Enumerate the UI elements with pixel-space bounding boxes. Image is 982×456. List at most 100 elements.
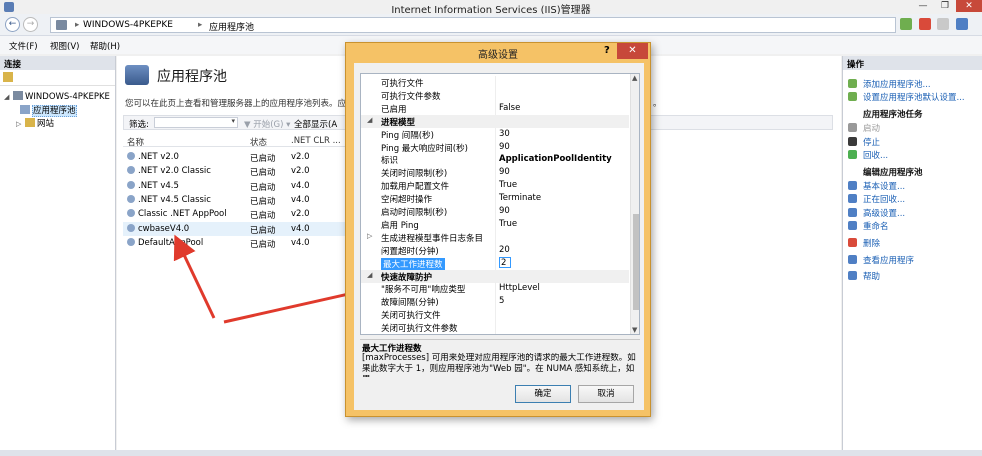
action-link[interactable]: 帮助 [863, 270, 880, 282]
property-row[interactable]: 标识 ApplicationPoolIdentity [361, 153, 629, 167]
scroll-up-icon[interactable]: ▲ [632, 74, 637, 82]
menu-file[interactable]: 文件(F) [9, 40, 38, 52]
maximize-button[interactable]: ❐ [934, 0, 956, 12]
app-pools-icon [125, 65, 149, 85]
stop-icon[interactable] [918, 18, 931, 30]
collapse-icon[interactable]: ◢ [367, 271, 372, 279]
property-category[interactable]: ◢ 进程模型 [361, 114, 629, 128]
property-row[interactable]: 关闭可执行文件 [361, 308, 629, 322]
property-value[interactable]: HttpLevel [499, 283, 540, 293]
property-value[interactable]: 90 [499, 167, 510, 177]
property-row[interactable]: Ping 间隔(秒) 30 [361, 127, 629, 141]
expand-icon[interactable]: ▷ [367, 232, 372, 240]
tree-item-sites[interactable]: ▷ 网站 [16, 117, 54, 129]
breadcrumb[interactable]: ▸ WINDOWS-4PKEPKE ▸ 应用程序池 [50, 17, 896, 33]
home-icon[interactable] [937, 18, 950, 30]
breadcrumb-separator-icon[interactable]: ▸ [198, 20, 202, 30]
action-link[interactable]: 启动 [863, 122, 880, 134]
close-window-button[interactable]: ✕ [956, 0, 982, 12]
ok-button[interactable]: 确定 [515, 385, 571, 403]
menu-view[interactable]: 视图(V) [50, 40, 79, 52]
property-row[interactable]: 启动时间限制(秒) 90 [361, 205, 629, 218]
network-icon[interactable] [900, 18, 912, 30]
chevron-down-icon[interactable]: ▾ [231, 117, 235, 125]
property-row[interactable]: 关闭时间限制(秒) 90 [361, 166, 629, 180]
cancel-button[interactable]: 取消 [578, 385, 634, 403]
connect-icon[interactable] [3, 72, 13, 82]
breadcrumb-app-pools[interactable]: 应用程序池 [209, 20, 254, 33]
connections-header: 连接 [0, 56, 115, 70]
show-all-button[interactable]: 全部显示(A [294, 118, 337, 130]
sites-folder-icon [25, 118, 35, 127]
go-button[interactable]: ▼ 开始(G) ▾ [244, 118, 290, 130]
property-value[interactable]: False [499, 103, 520, 113]
table-row[interactable]: cwbaseV4.0 已启动 v4.0 [123, 221, 359, 236]
property-row[interactable]: 加载用户配置文件 True [361, 179, 629, 193]
back-button[interactable]: ← [5, 17, 20, 32]
property-value[interactable]: True [499, 180, 517, 190]
column-divider [495, 192, 496, 206]
scroll-down-icon[interactable]: ▼ [632, 326, 637, 334]
property-value[interactable]: 30 [499, 129, 510, 139]
action-link[interactable]: 添加应用程序池... [863, 78, 931, 90]
minimize-button[interactable]: — [912, 0, 934, 12]
table-row[interactable]: .NET v4.5 Classic 已启动 v4.0 [123, 193, 359, 207]
dialog-close-button[interactable]: ✕ [617, 43, 648, 59]
action-link[interactable]: 高级设置... [863, 207, 905, 219]
property-row[interactable]: 闲置超时(分钟) 20 [361, 243, 629, 257]
property-row[interactable]: 可执行文件参数 [361, 88, 629, 102]
property-value[interactable]: ApplicationPoolIdentity [499, 154, 612, 164]
filter-input[interactable]: ▾ [154, 117, 238, 128]
help-icon[interactable] [956, 18, 969, 30]
table-row[interactable]: DefaultAppPool 已启动 v4.0 [123, 236, 359, 250]
property-row[interactable]: 关闭可执行文件参数 [361, 321, 629, 334]
table-row[interactable]: .NET v4.5 已启动 v4.0 [123, 179, 359, 193]
property-value[interactable]: Terminate [499, 193, 541, 203]
action-link[interactable]: 查看应用程序 [863, 254, 914, 266]
property-row[interactable]: ▷ 生成进程模型事件日志条目 [361, 230, 629, 244]
breadcrumb-separator-icon[interactable]: ▸ [75, 20, 79, 30]
table-row[interactable]: .NET v2.0 已启动 v2.0 [123, 150, 359, 164]
property-category[interactable]: ◢ 快速故障防护 [361, 269, 629, 283]
property-value[interactable]: 5 [499, 296, 504, 306]
property-value[interactable]: 20 [499, 245, 510, 255]
property-name: 空闲超时操作 [381, 195, 433, 206]
window-titlebar: Internet Information Services (IIS)管理器 —… [0, 0, 982, 16]
property-row[interactable]: Ping 最大响应时间(秒) 90 [361, 140, 629, 154]
property-value[interactable]: 90 [499, 142, 510, 152]
property-row[interactable]: 空闲超时操作 Terminate [361, 192, 629, 206]
dialog-help-button[interactable]: ? [604, 45, 610, 56]
action-link[interactable]: 基本设置... [863, 180, 905, 192]
breadcrumb-server[interactable]: WINDOWS-4PKEPKE [83, 20, 173, 30]
max-processes-input[interactable]: 2 [499, 256, 511, 268]
property-row[interactable]: "服务不可用"响应类型 HttpLevel [361, 282, 629, 296]
property-name: 关闭时间限制(秒) [381, 169, 448, 180]
collapse-icon[interactable]: ◢ [4, 93, 13, 101]
property-row[interactable]: 启用 Ping True [361, 217, 629, 231]
table-row[interactable]: .NET v2.0 Classic 已启动 v2.0 [123, 164, 359, 178]
action-link[interactable]: 设置应用程序池默认设置... [863, 91, 965, 103]
tree-item-app-pools[interactable]: 应用程序池 [20, 104, 77, 117]
property-row[interactable]: 可执行文件 [361, 76, 629, 89]
menu-help[interactable]: 帮助(H) [90, 40, 120, 52]
action-link[interactable]: 停止 [863, 136, 880, 148]
property-value[interactable]: 90 [499, 206, 510, 216]
column-clr[interactable]: .NET CLR ... [291, 136, 341, 146]
scroll-thumb[interactable] [633, 214, 639, 310]
property-row[interactable]: 最大工作进程数 2 [361, 256, 629, 270]
collapse-icon[interactable]: ◢ [367, 116, 372, 124]
property-row[interactable]: 故障间隔(分钟) 5 [361, 295, 629, 309]
action-link[interactable]: 重命名 [863, 220, 889, 232]
property-value[interactable]: True [499, 219, 517, 229]
column-name[interactable]: 名称 [127, 136, 144, 148]
action-link[interactable]: 回收... [863, 149, 888, 161]
action-link[interactable]: 删除 [863, 237, 880, 249]
column-status[interactable]: 状态 [250, 136, 267, 148]
action-link[interactable]: 正在回收... [863, 193, 905, 205]
property-row[interactable]: 已启用 False [361, 101, 629, 115]
forward-button[interactable]: → [23, 17, 38, 32]
table-row[interactable]: Classic .NET AppPool 已启动 v2.0 [123, 207, 359, 221]
property-grid-scrollbar[interactable]: ▲ ▼ [630, 74, 639, 334]
expand-icon[interactable]: ▷ [16, 120, 25, 128]
tree-item-server[interactable]: ◢ WINDOWS-4PKEPKE [4, 91, 110, 102]
